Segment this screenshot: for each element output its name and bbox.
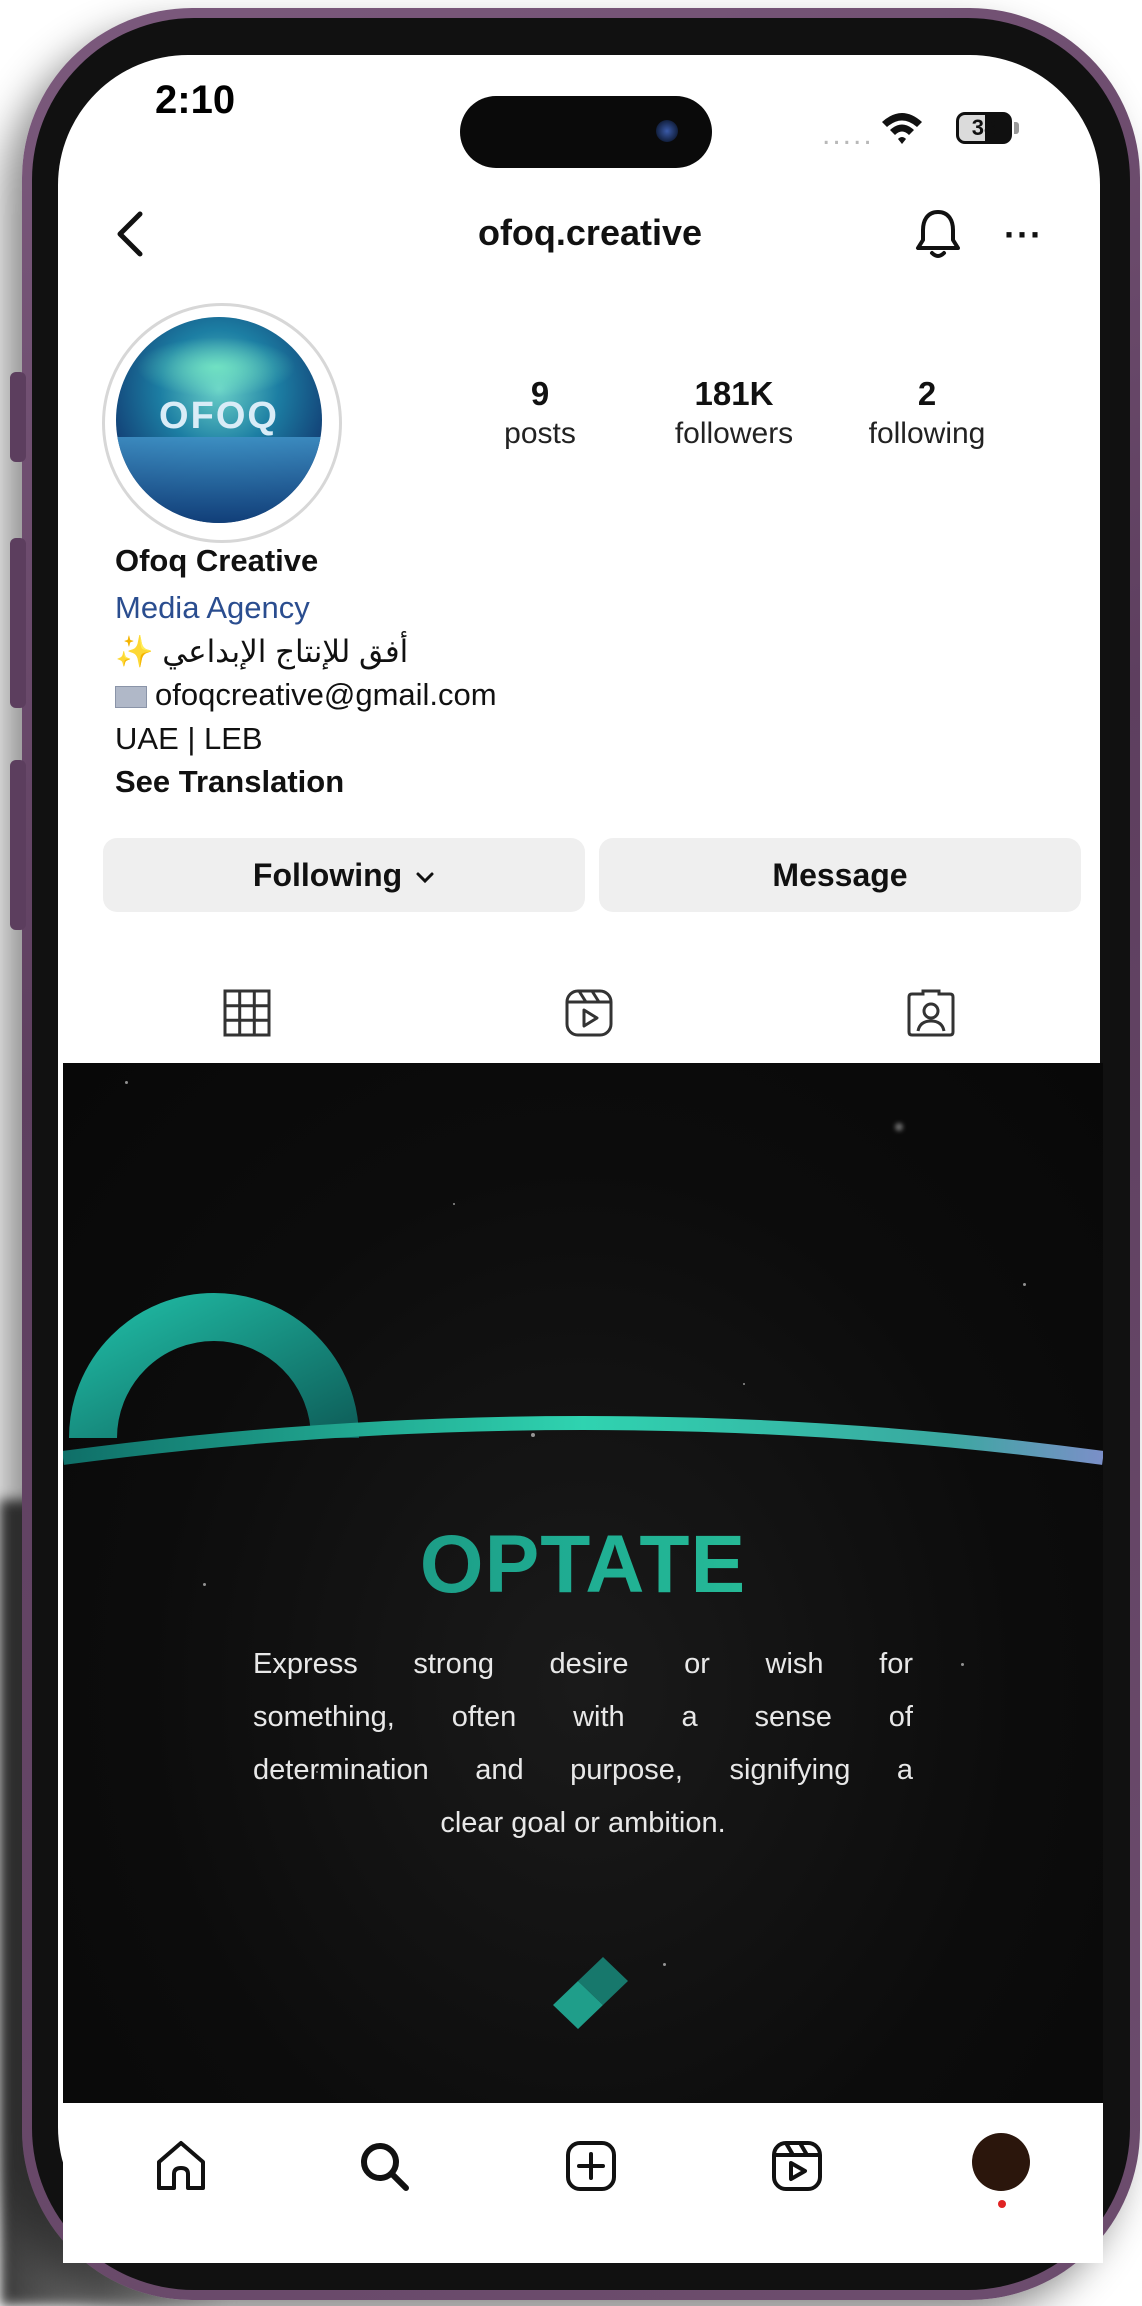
bio-arabic-line: ✨ أفق للإنتاج الإبداعي <box>115 633 408 670</box>
bio-email[interactable]: ofoqcreative@gmail.com <box>155 677 497 712</box>
reels-nav-icon[interactable] <box>769 2138 825 2194</box>
chevron-down-icon <box>416 872 434 883</box>
profile-name: Ofoq Creative <box>115 543 319 578</box>
battery-level: 38 <box>971 115 997 140</box>
stat-following[interactable]: 2 following <box>842 375 1012 451</box>
wifi-icon <box>882 113 922 144</box>
post-title: OPTATE <box>63 1518 1103 1612</box>
bio-location: UAE | LEB <box>115 721 263 756</box>
post-text-line: something, often with a sense of <box>253 1701 913 1733</box>
stat-following-label: following <box>868 417 986 450</box>
following-button[interactable]: Following <box>103 838 585 912</box>
stat-followers-label: followers <box>674 417 794 450</box>
profile-tab-avatar[interactable] <box>972 2133 1030 2191</box>
tagged-icon[interactable] <box>906 985 956 1041</box>
avatar[interactable]: OFOQ <box>116 317 322 523</box>
back-icon[interactable] <box>108 208 152 260</box>
more-options-icon[interactable]: ··· <box>1004 214 1043 256</box>
reels-icon[interactable] <box>564 985 614 1041</box>
battery-cap <box>1014 122 1019 134</box>
stat-following-value: 2 <box>917 375 937 412</box>
post-text-line: clear goal or ambition. <box>440 1807 726 1839</box>
battery-icon: 38 <box>956 112 1012 144</box>
message-button[interactable]: Message <box>599 838 1081 912</box>
stat-posts-label: posts <box>504 417 576 450</box>
stat-followers-value: 181K <box>694 375 774 412</box>
bio-email-line: ofoqcreative@gmail.com <box>115 677 497 713</box>
stat-followers[interactable]: 181K followers <box>649 375 819 451</box>
bell-icon[interactable] <box>912 206 964 262</box>
side-button <box>10 372 26 462</box>
grid-icon[interactable] <box>222 985 272 1041</box>
side-button <box>10 538 26 708</box>
avatar-sea <box>116 437 322 523</box>
avatar-logo-text: OFOQ <box>159 395 279 437</box>
post-image[interactable]: OPTATE Express strong desire or wish for… <box>63 1063 1103 2103</box>
side-button <box>10 760 26 930</box>
see-translation-link[interactable]: See Translation <box>115 764 344 800</box>
search-icon[interactable] <box>356 2138 412 2194</box>
home-icon[interactable] <box>153 2138 209 2194</box>
following-button-label: Following <box>252 857 403 893</box>
notification-dot <box>998 2200 1006 2208</box>
stat-posts-value: 9 <box>530 375 550 412</box>
post-text-line: Express strong desire or wish for <box>253 1648 913 1680</box>
stat-posts[interactable]: 9 posts <box>455 375 625 451</box>
envelope-icon <box>115 685 147 708</box>
status-time: 2:10 <box>155 78 236 122</box>
camera-icon <box>656 120 678 142</box>
profile-category[interactable]: Media Agency <box>115 590 310 626</box>
sparkle-icon: ✨ <box>115 634 154 669</box>
signal-icon: ..... <box>822 118 874 151</box>
avatar-aurora <box>136 337 296 397</box>
create-post-icon[interactable] <box>563 2138 619 2194</box>
profile-handle: ofoq.creative <box>477 212 703 253</box>
bio-arabic-text: أفق للإنتاج الإبداعي <box>162 634 409 669</box>
message-button-label: Message <box>772 857 908 893</box>
post-text-line: determination and purpose, signifying a <box>253 1754 913 1786</box>
